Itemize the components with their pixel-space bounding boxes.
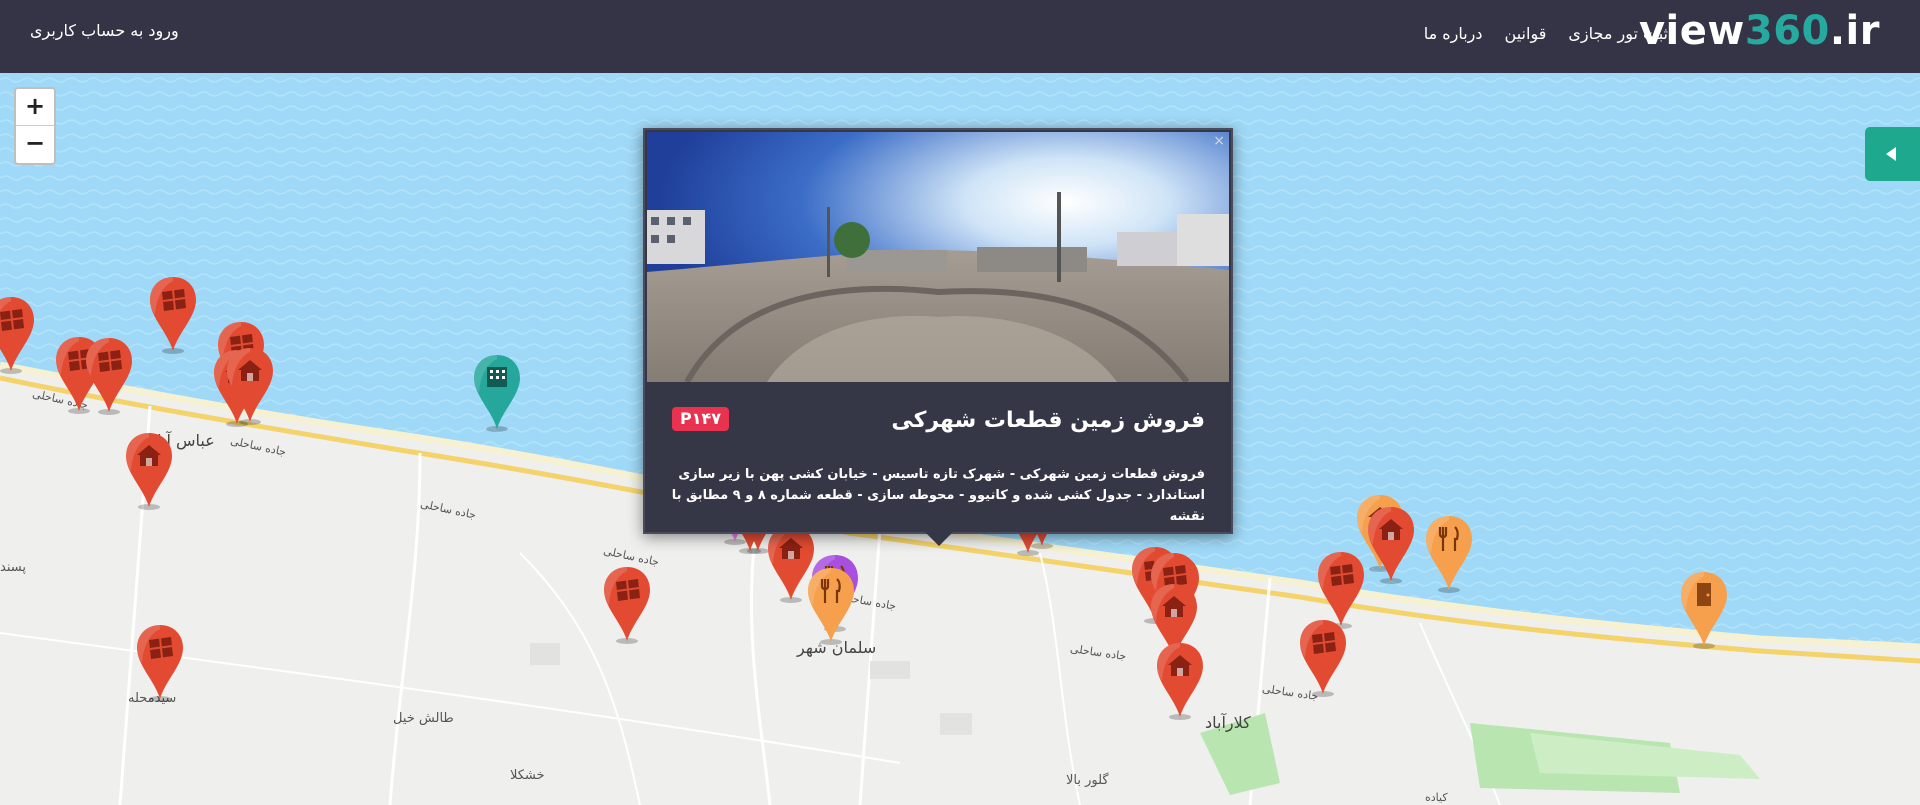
- house-icon: [126, 433, 172, 510]
- map-marker-34[interactable]: [1298, 618, 1348, 698]
- place-pasand: پسند: [0, 560, 26, 575]
- place-kiadeh: کیاده: [1425, 791, 1448, 804]
- listing-code-badge: P۱۴۷: [672, 407, 730, 431]
- map-marker-32[interactable]: [1679, 570, 1729, 650]
- place-taleshkhil: طالش خیل: [393, 711, 454, 726]
- land-icon: [150, 277, 196, 354]
- door-icon: [1681, 572, 1727, 649]
- zoom-out-button[interactable]: −: [16, 126, 54, 162]
- map-marker-2[interactable]: [148, 275, 198, 355]
- panorama-thumbnail[interactable]: [647, 132, 1229, 382]
- zoom-control: + −: [14, 87, 56, 165]
- place-kelarabad: کلارآباد: [1205, 713, 1251, 732]
- land-icon: [86, 338, 132, 415]
- land-icon: [0, 297, 34, 374]
- side-panel-toggle[interactable]: [1865, 127, 1920, 181]
- popup-pointer: [925, 532, 953, 546]
- restaurant-icon: [1426, 516, 1472, 593]
- map-marker-8[interactable]: [472, 353, 522, 433]
- nav-register-tour[interactable]: ثبت تور مجازی: [1568, 24, 1668, 43]
- nav-about[interactable]: درباره ما: [1424, 24, 1483, 43]
- popup-title: فروش زمین قطعات شهرکی: [891, 408, 1205, 433]
- house-icon: [768, 526, 814, 603]
- land-icon: [1300, 620, 1346, 697]
- map-marker-19[interactable]: [766, 524, 816, 604]
- map-marker-7[interactable]: [225, 346, 275, 426]
- place-khoshkela: خشکلا: [510, 768, 545, 783]
- map-marker-26[interactable]: [124, 431, 174, 511]
- house-icon: [1157, 643, 1203, 720]
- logo-tld: .ir: [1829, 8, 1880, 54]
- caret-left-icon: [1886, 147, 1896, 161]
- login-link[interactable]: ورود به حساب کاربری: [30, 21, 179, 40]
- land-icon: [604, 567, 650, 644]
- map-marker-33[interactable]: [135, 623, 185, 703]
- building-icon: [474, 355, 520, 432]
- popup-close-button[interactable]: ×: [1213, 133, 1225, 149]
- listing-popup: × فروش زمین قطعات شهرکی P۱۴۷ فروش قطعات …: [643, 128, 1233, 546]
- map-marker-35[interactable]: [1155, 641, 1205, 721]
- zoom-in-button[interactable]: +: [16, 89, 54, 126]
- logo-number: 360: [1744, 8, 1830, 54]
- site-logo[interactable]: view360.ir: [1639, 8, 1880, 54]
- house-icon: [227, 348, 273, 425]
- top-navbar: view360.ir ثبت تور مجازی قوانین درباره م…: [0, 0, 1920, 73]
- map-marker-29[interactable]: [1366, 505, 1416, 585]
- place-golurbala: گلور بالا: [1066, 773, 1109, 788]
- map-marker-27[interactable]: [602, 565, 652, 645]
- map-marker-30[interactable]: [1424, 514, 1474, 594]
- main-nav: ثبت تور مجازی قوانین درباره ما: [1424, 24, 1668, 43]
- popup-description: فروش قطعات زمین شهرکی - شهرک تازه تاسیس …: [671, 467, 1205, 524]
- map-marker-1[interactable]: [0, 295, 36, 375]
- nav-rules[interactable]: قوانین: [1505, 24, 1547, 43]
- map-marker-4[interactable]: [84, 336, 134, 416]
- house-icon: [1368, 507, 1414, 584]
- land-icon: [137, 625, 183, 702]
